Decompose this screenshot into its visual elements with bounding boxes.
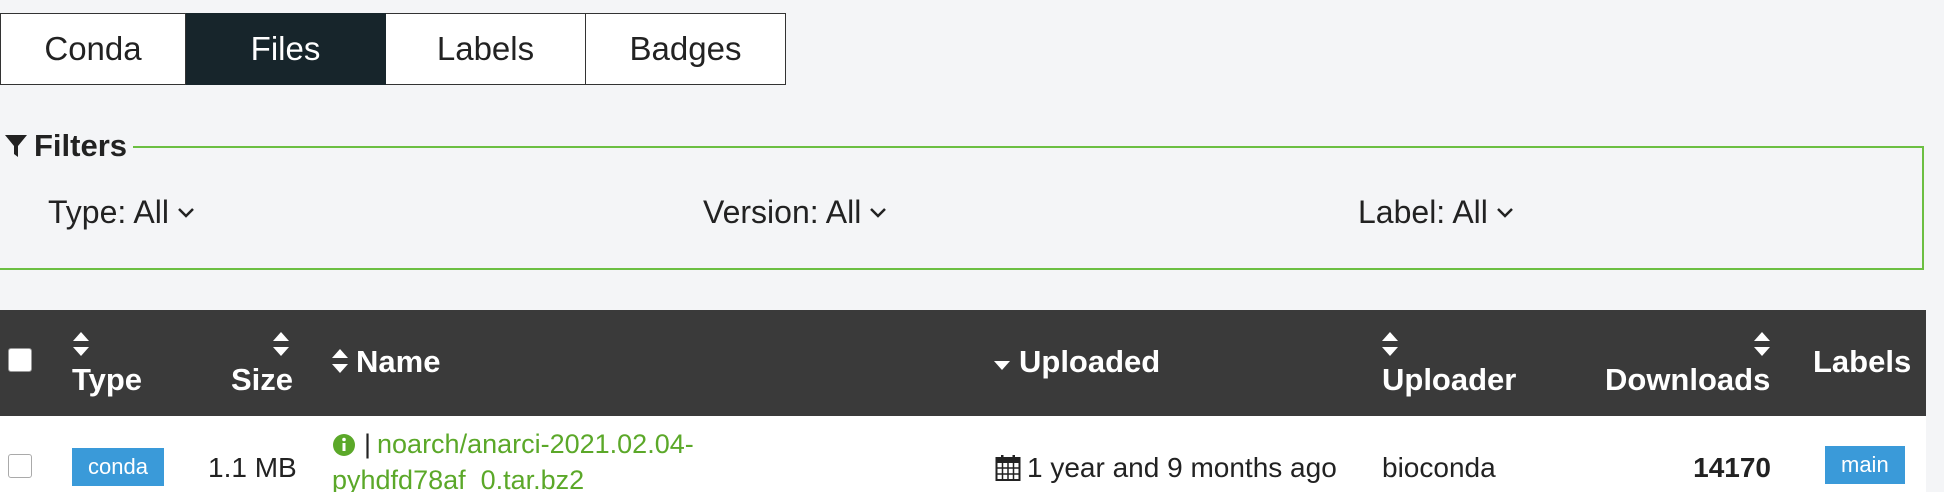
table-header: Type Size Name Uploaded Uploader Downloa… <box>0 310 1926 416</box>
filter-icon <box>5 135 27 157</box>
sort-icon[interactable] <box>1752 330 1772 358</box>
column-header-uploaded[interactable]: Uploaded <box>1019 344 1160 380</box>
sort-icon[interactable] <box>330 347 350 375</box>
column-header-uploader[interactable]: Uploader <box>1382 362 1516 398</box>
sort-icon[interactable] <box>1380 330 1400 358</box>
type-badge: conda <box>72 448 164 486</box>
column-header-downloads[interactable]: Downloads <box>1605 362 1770 398</box>
file-name-link[interactable]: noarch/anarci-2021.02.04- <box>377 429 694 459</box>
calendar-icon <box>995 455 1021 481</box>
type-filter-label: Type: All <box>48 194 169 230</box>
uploader-name: bioconda <box>1382 452 1496 483</box>
filters-title: Filters <box>34 128 128 163</box>
table-row: conda 1.1 MB | noarch/anarci-2021.02.04- … <box>0 416 1926 492</box>
version-filter-dropdown[interactable]: Version: All <box>703 194 887 231</box>
tab-files[interactable]: Files <box>186 13 386 85</box>
package-tabs: Conda Files Labels Badges <box>0 13 786 85</box>
downloads-count: 14170 <box>1693 452 1771 483</box>
type-filter-dropdown[interactable]: Type: All <box>48 194 195 231</box>
separator: | <box>364 429 372 459</box>
select-all-checkbox[interactable] <box>8 348 32 372</box>
row-checkbox[interactable] <box>8 454 32 478</box>
sort-desc-icon[interactable] <box>992 358 1012 372</box>
chevron-down-icon <box>870 207 887 218</box>
tab-conda[interactable]: Conda <box>0 13 186 85</box>
version-filter-label: Version: All <box>703 194 862 230</box>
column-header-size[interactable]: Size <box>231 362 293 398</box>
column-header-labels: Labels <box>1813 344 1912 379</box>
tab-badges[interactable]: Badges <box>586 13 786 85</box>
uploaded-cell: 1 year and 9 months ago <box>995 452 1337 484</box>
file-name-cell: | noarch/anarci-2021.02.04- pyhdfd78af_0.… <box>332 426 762 492</box>
file-name-link-cont[interactable]: pyhdfd78af_0.tar.bz2 <box>332 465 584 492</box>
files-table: Type Size Name Uploaded Uploader Downloa… <box>0 310 1926 492</box>
sort-icon[interactable] <box>71 330 91 358</box>
label-badge[interactable]: main <box>1825 446 1905 484</box>
info-icon[interactable] <box>332 433 356 457</box>
file-size: 1.1 MB <box>208 452 297 483</box>
column-header-type[interactable]: Type <box>72 362 142 398</box>
chevron-down-icon <box>178 207 194 218</box>
chevron-down-icon <box>1496 207 1513 218</box>
uploaded-time: 1 year and 9 months ago <box>1027 452 1337 483</box>
column-header-name[interactable]: Name <box>356 344 440 380</box>
filters-panel: Filters Type: All Version: All Label: Al… <box>0 128 1924 270</box>
sort-icon[interactable] <box>271 330 291 358</box>
label-filter-label: Label: All <box>1358 194 1488 230</box>
label-filter-dropdown[interactable]: Label: All <box>1358 194 1514 231</box>
tab-labels[interactable]: Labels <box>386 13 586 85</box>
filters-legend: Filters <box>0 128 134 164</box>
